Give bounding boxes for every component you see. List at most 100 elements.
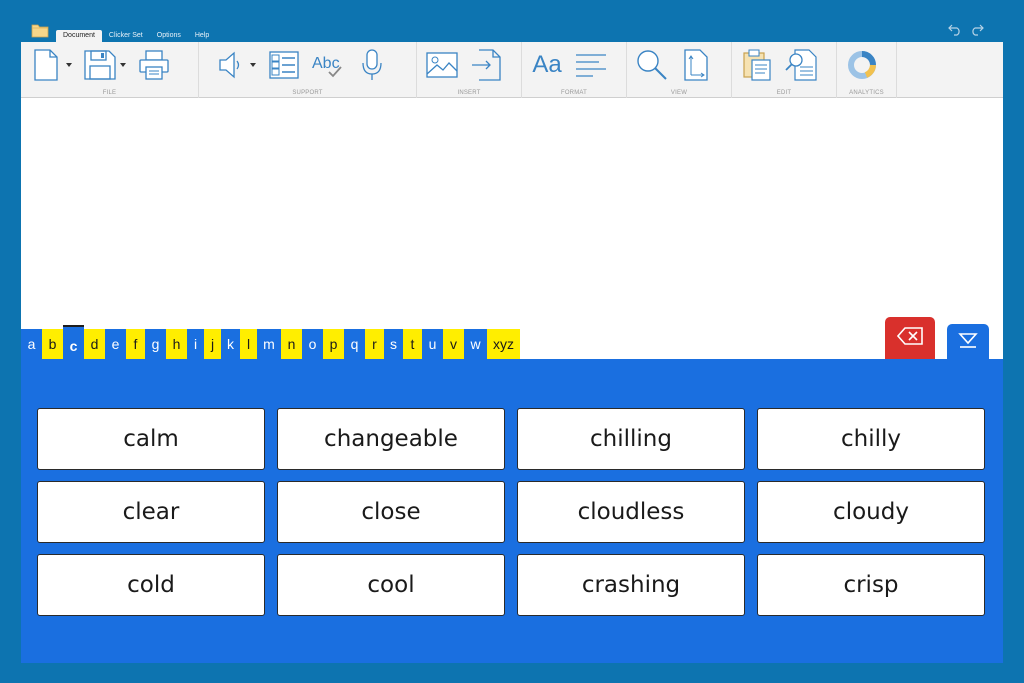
letter-tab-xyz[interactable]: xyz: [487, 329, 520, 359]
new-document-button[interactable]: [29, 48, 63, 82]
ribbon-group-label: VIEW: [670, 90, 688, 96]
letter-tab-r[interactable]: r: [365, 329, 384, 359]
analytics-button[interactable]: [845, 48, 879, 82]
word-button-changeable[interactable]: changeable: [277, 408, 505, 470]
folder-icon[interactable]: [31, 22, 49, 38]
tab-document[interactable]: Document: [56, 30, 102, 42]
letter-tab-s[interactable]: s: [384, 329, 403, 359]
letter-tab-o[interactable]: o: [302, 329, 323, 359]
ribbon-group-label: INSERT: [457, 90, 481, 96]
save-button[interactable]: [83, 48, 117, 82]
insert-file-icon: [471, 49, 501, 81]
zoom-button[interactable]: [635, 48, 669, 82]
word-button-close[interactable]: close: [277, 481, 505, 543]
backspace-button[interactable]: [885, 317, 935, 359]
word-list-button[interactable]: [267, 48, 301, 82]
letter-tab-w[interactable]: w: [464, 329, 487, 359]
letter-tab-d[interactable]: d: [84, 329, 105, 359]
backspace-icon: [896, 327, 923, 349]
numbered-list-icon: [269, 51, 299, 79]
letter-tab-q[interactable]: q: [344, 329, 365, 359]
ribbon-group-label: FORMAT: [560, 90, 588, 96]
word-button-cloudless[interactable]: cloudless: [517, 481, 745, 543]
ribbon-group-file: FILE: [21, 42, 199, 98]
letter-tab-k[interactable]: k: [221, 329, 240, 359]
ribbon-group-format: Aa FORMAT: [522, 42, 627, 98]
menu-tabs: Document Clicker Set Options Help: [56, 30, 216, 42]
letter-tab-l[interactable]: l: [240, 329, 257, 359]
ribbon-group-edit: EDIT: [732, 42, 837, 98]
ribbon-group-support: Abc SUPPORT: [199, 42, 417, 98]
letter-tab-a[interactable]: a: [21, 329, 42, 359]
speech-button[interactable]: [213, 48, 247, 82]
save-dropdown[interactable]: [119, 48, 127, 82]
ribbon-group-label: ANALYTICS: [849, 90, 884, 96]
letter-tab-c[interactable]: c: [63, 325, 84, 359]
align-left-icon: [575, 53, 607, 77]
speech-dropdown[interactable]: [249, 48, 257, 82]
ribbon-group-view: VIEW: [627, 42, 732, 98]
ribbon-group-label: SUPPORT: [292, 90, 323, 96]
word-button-chilling[interactable]: chilling: [517, 408, 745, 470]
tab-options[interactable]: Options: [150, 30, 188, 42]
word-button-calm[interactable]: calm: [37, 408, 265, 470]
word-button-clear[interactable]: clear: [37, 481, 265, 543]
microphone-button[interactable]: [355, 48, 389, 82]
insert-picture-button[interactable]: [425, 48, 459, 82]
printer-icon: [139, 50, 169, 80]
collapse-panel-button[interactable]: [947, 324, 989, 359]
letter-tab-b[interactable]: b: [42, 329, 63, 359]
microphone-icon: [361, 49, 383, 81]
ribbon-group-label: EDIT: [776, 90, 792, 96]
undo-redo-controls: [948, 22, 984, 36]
letter-tab-h[interactable]: h: [166, 329, 187, 359]
page-size-icon: [683, 49, 709, 81]
letter-tab-f[interactable]: f: [126, 329, 145, 359]
letter-tab-g[interactable]: g: [145, 329, 166, 359]
font-button[interactable]: Aa: [530, 48, 564, 82]
ribbon-group-insert: INSERT: [417, 42, 522, 98]
letter-tab-i[interactable]: i: [187, 329, 204, 359]
tab-help[interactable]: Help: [188, 30, 216, 42]
letter-tabs: a b c d e f g h i j k l m n o p q r s t …: [21, 325, 520, 359]
picture-icon: [426, 52, 458, 78]
ribbon-toolbar: FILE Abc SUPPORT INSERT Aa FORMAT VIEW E…: [21, 42, 1003, 98]
word-button-chilly[interactable]: chilly: [757, 408, 985, 470]
paste-button[interactable]: [740, 48, 774, 82]
speaker-icon: [217, 50, 243, 80]
document-editor[interactable]: [21, 98, 1003, 320]
ribbon-group-analytics: ANALYTICS: [837, 42, 897, 98]
undo-icon[interactable]: [948, 22, 963, 36]
print-button[interactable]: [137, 48, 171, 82]
find-in-document-icon: [785, 49, 817, 81]
word-button-crashing[interactable]: crashing: [517, 554, 745, 616]
spell-check-icon: Abc: [311, 51, 345, 79]
letter-tab-j[interactable]: j: [204, 329, 221, 359]
word-button-crisp[interactable]: crisp: [757, 554, 985, 616]
word-button-cool[interactable]: cool: [277, 554, 505, 616]
spell-check-button[interactable]: Abc: [311, 48, 345, 82]
clipboard-icon: [743, 49, 771, 81]
insert-file-button[interactable]: [469, 48, 503, 82]
spell-check-text: Abc: [312, 55, 340, 72]
letter-tab-p[interactable]: p: [323, 329, 344, 359]
word-panel: calm changeable chilling chilly clear cl…: [21, 359, 1003, 663]
new-document-dropdown[interactable]: [65, 48, 73, 82]
alignment-button[interactable]: [574, 48, 608, 82]
magnifier-icon: [636, 49, 668, 81]
tab-clicker-set[interactable]: Clicker Set: [102, 30, 150, 42]
redo-icon[interactable]: [969, 22, 984, 36]
analytics-donut-icon: [846, 49, 878, 81]
letter-tab-t[interactable]: t: [403, 329, 422, 359]
word-button-cold[interactable]: cold: [37, 554, 265, 616]
find-button[interactable]: [784, 48, 818, 82]
word-grid: calm changeable chilling chilly clear cl…: [37, 408, 985, 616]
letter-tab-m[interactable]: m: [257, 329, 281, 359]
letter-tab-n[interactable]: n: [281, 329, 302, 359]
word-button-cloudy[interactable]: cloudy: [757, 481, 985, 543]
page-size-button[interactable]: [679, 48, 713, 82]
letter-tab-v[interactable]: v: [443, 329, 464, 359]
letter-tab-e[interactable]: e: [105, 329, 126, 359]
collapse-down-icon: [958, 332, 978, 352]
letter-tab-u[interactable]: u: [422, 329, 443, 359]
